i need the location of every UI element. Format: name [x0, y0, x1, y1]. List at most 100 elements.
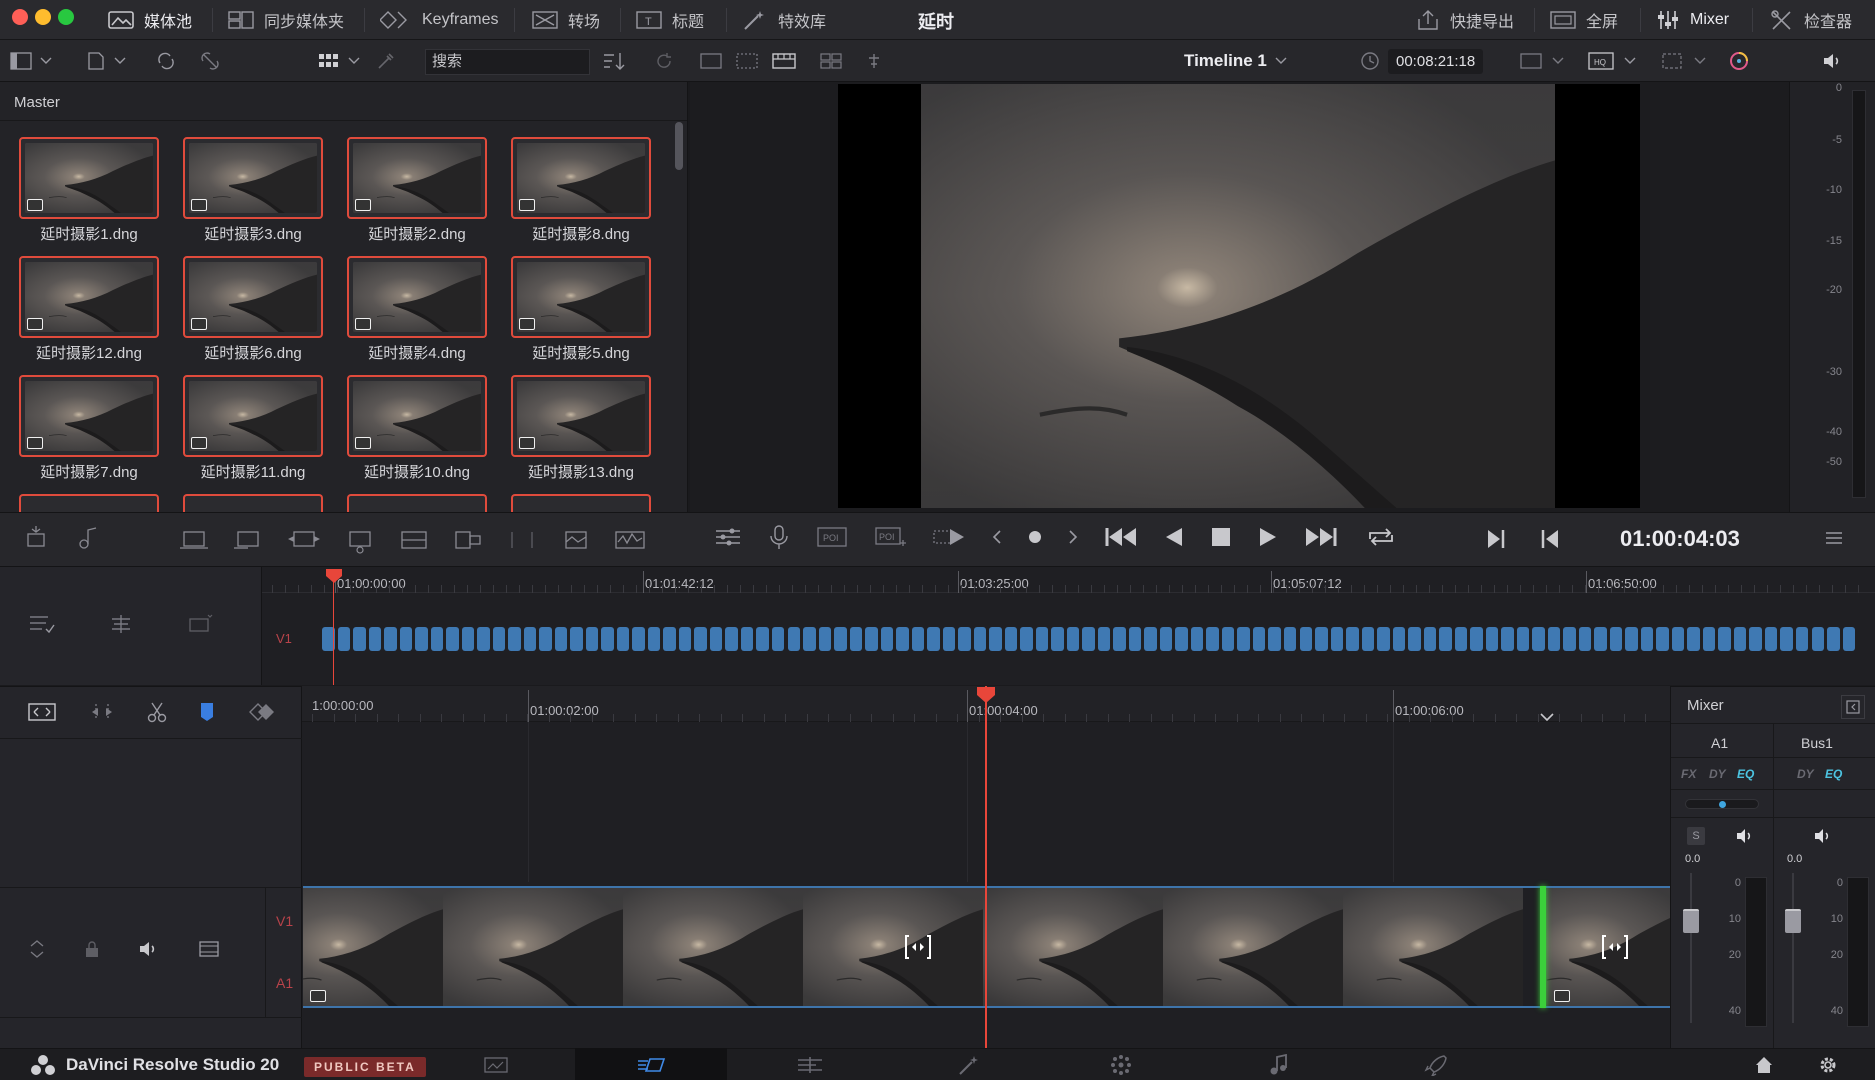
chevron-down-icon[interactable]: [40, 57, 52, 65]
a1-solo-button[interactable]: S: [1687, 827, 1705, 845]
mini-clip[interactable]: [771, 627, 785, 651]
track-list-icon[interactable]: [28, 613, 56, 635]
full-extent-zoom-icon[interactable]: [26, 701, 58, 723]
mini-clip[interactable]: [958, 627, 971, 651]
mini-clip[interactable]: [415, 627, 428, 651]
timeline-selector[interactable]: Timeline 1: [1184, 40, 1287, 82]
expand-collapse-icon[interactable]: [28, 939, 46, 959]
poi-icon[interactable]: POI: [816, 525, 848, 549]
mini-clip[interactable]: [1733, 627, 1747, 651]
inspector-button[interactable]: 检查器: [1770, 0, 1852, 40]
play-reverse-icon[interactable]: [1164, 526, 1184, 548]
mini-clip[interactable]: [477, 627, 490, 651]
fusion-page-button[interactable]: [956, 1054, 980, 1080]
mini-clip[interactable]: [570, 627, 583, 651]
mini-clip[interactable]: [694, 627, 707, 651]
mini-clip[interactable]: [709, 627, 723, 651]
timeline-expand-button[interactable]: [1540, 710, 1554, 727]
clip-thumbnail[interactable]: [347, 494, 487, 512]
bus1-dy-button[interactable]: DY: [1797, 767, 1814, 781]
mini-clip[interactable]: [1299, 627, 1312, 651]
waveform-icon[interactable]: [614, 526, 646, 554]
mini-clip[interactable]: [539, 627, 552, 651]
mini-clip[interactable]: [911, 627, 925, 651]
snapping-icon[interactable]: [246, 701, 278, 723]
upper-playhead[interactable]: [325, 568, 343, 584]
trim-icon[interactable]: [88, 701, 116, 723]
mini-clip[interactable]: [1144, 627, 1157, 651]
clip-thumbnail[interactable]: [183, 494, 323, 512]
mini-clip[interactable]: [1563, 627, 1576, 651]
edit-page-button[interactable]: [796, 1055, 824, 1079]
zoom-window-button[interactable]: [58, 9, 74, 25]
color-page-button[interactable]: [1110, 1054, 1132, 1080]
mini-clip[interactable]: [446, 627, 459, 651]
mini-clip[interactable]: [1408, 627, 1421, 651]
a1-mute-icon[interactable]: [1735, 827, 1755, 845]
new-bin-icon[interactable]: [86, 51, 106, 71]
hq-icon[interactable]: HQ: [1588, 51, 1614, 71]
mini-clip[interactable]: [1159, 627, 1173, 651]
mini-clip[interactable]: [1439, 627, 1452, 651]
insert-audio-icon[interactable]: [78, 524, 100, 550]
mini-clip[interactable]: [678, 627, 692, 651]
stop-icon[interactable]: [1210, 526, 1232, 548]
scissors-icon[interactable]: [146, 701, 168, 723]
clip-thumbnail[interactable]: [347, 256, 487, 338]
playhead[interactable]: [976, 686, 996, 704]
minimize-window-button[interactable]: [35, 9, 51, 25]
append-icon[interactable]: [506, 526, 538, 554]
next-edit-icon[interactable]: [1068, 529, 1078, 545]
mini-clip[interactable]: [663, 627, 676, 651]
track-audio-icon[interactable]: [138, 939, 160, 959]
a1-dy-button[interactable]: DY: [1709, 767, 1726, 781]
mini-clip[interactable]: [1035, 627, 1049, 651]
mini-clip[interactable]: [601, 627, 614, 651]
mini-clip[interactable]: [1377, 627, 1390, 651]
mini-clip[interactable]: [1485, 627, 1499, 651]
mini-clip[interactable]: [1718, 627, 1731, 651]
quick-export-button[interactable]: 快捷导出: [1416, 0, 1514, 40]
track-video-icon[interactable]: [198, 940, 220, 958]
mini-clip[interactable]: [1175, 627, 1188, 651]
mini-clip[interactable]: [353, 627, 366, 651]
mini-clip[interactable]: [1547, 627, 1561, 651]
keyframes-tab[interactable]: Keyframes: [380, 0, 498, 40]
mini-clip[interactable]: [461, 627, 475, 651]
mini-clip[interactable]: [399, 627, 413, 651]
current-timecode[interactable]: 01:00:04:03: [1620, 526, 1740, 552]
clip-thumbnail[interactable]: [511, 375, 651, 457]
source-view-icon[interactable]: [736, 53, 758, 69]
play-around-icon[interactable]: [932, 525, 966, 549]
mini-clip[interactable]: [492, 627, 506, 651]
effects-tab[interactable]: 特效库: [742, 0, 826, 40]
transform-icon[interactable]: [1660, 51, 1684, 71]
chevron-down-icon[interactable]: [1624, 57, 1636, 65]
close-window-button[interactable]: [12, 9, 28, 25]
media-pool-tab[interactable]: 媒体池: [108, 0, 192, 40]
replace-clip-icon[interactable]: [286, 526, 322, 554]
a1-fx-button[interactable]: FX: [1681, 767, 1696, 781]
mini-clip[interactable]: [849, 627, 862, 651]
mini-clip[interactable]: [632, 627, 645, 651]
chevron-down-icon[interactable]: [1552, 57, 1564, 65]
sort-icon[interactable]: [602, 51, 626, 71]
mini-clip[interactable]: [368, 627, 381, 651]
mini-clip[interactable]: [973, 627, 987, 651]
mini-clip[interactable]: [756, 627, 769, 651]
deliver-page-button[interactable]: [1424, 1054, 1448, 1080]
mini-clip[interactable]: [585, 627, 599, 651]
clip-thumbnail[interactable]: [347, 375, 487, 457]
search-input[interactable]: 搜索: [425, 49, 590, 75]
mini-clip[interactable]: [1795, 627, 1809, 651]
microphone-icon[interactable]: [768, 524, 790, 550]
bus1-eq-button[interactable]: EQ: [1825, 767, 1842, 781]
place-on-top-icon[interactable]: [398, 526, 430, 554]
insert-video-icon[interactable]: [22, 524, 48, 550]
cut-page-button[interactable]: [636, 1055, 668, 1079]
mini-clip[interactable]: [384, 627, 397, 651]
mini-clip[interactable]: [1066, 627, 1080, 651]
marker-dot-icon[interactable]: [1028, 530, 1042, 544]
mini-clip[interactable]: [430, 627, 444, 651]
mini-clip[interactable]: [1206, 627, 1219, 651]
